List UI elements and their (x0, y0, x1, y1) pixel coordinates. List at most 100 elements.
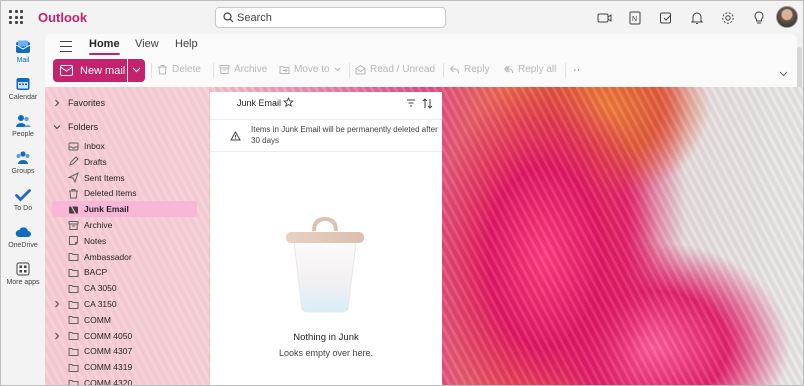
chevron-spacer (52, 173, 62, 183)
search-icon (223, 12, 234, 23)
rail-item-label: Groups (11, 168, 35, 175)
more-options-button[interactable]: ·· (573, 64, 580, 76)
main-area: Favorites Folders Inbox Drafts Sent Items D… (45, 87, 803, 386)
reply-button[interactable]: Reply (449, 64, 490, 75)
tab-view[interactable]: View (135, 38, 159, 50)
sidebar-item-comm-4050[interactable]: COMM 4050 (52, 328, 197, 344)
outlook-window: Outlook Search N Mail Calendar People Gr… (0, 0, 804, 386)
search-placeholder: Search (237, 12, 272, 24)
meet-now-icon[interactable] (596, 10, 612, 26)
delete-button[interactable]: Delete (157, 64, 201, 75)
sidebar-item-ambassador[interactable]: Ambassador (52, 249, 197, 265)
calendar-icon (16, 78, 30, 90)
sidebar-item-comm-4307[interactable]: COMM 4307 (52, 343, 197, 359)
reply-all-button[interactable]: Reply all (503, 64, 556, 75)
chevron-spacer (52, 141, 62, 151)
filter-icon[interactable] (406, 98, 416, 108)
rail-item-groups[interactable]: Groups (1, 150, 45, 175)
tab-help[interactable]: Help (175, 38, 198, 50)
rail-item-more-apps[interactable]: More apps (1, 261, 45, 286)
move-to-folder-icon (279, 66, 290, 74)
read-unread-button[interactable]: Read / Unread (355, 64, 435, 75)
sidebar-item-comm-4319[interactable]: COMM 4319 (52, 359, 197, 375)
new-mail-dropdown-button[interactable] (128, 59, 145, 82)
rail-item-onedrive[interactable]: OneDrive (1, 224, 45, 249)
scrollbar[interactable] (797, 47, 802, 92)
sidebar-item-sent-items[interactable]: Sent Items (52, 170, 197, 186)
chevron-spacer (52, 267, 62, 277)
bell-icon[interactable] (689, 10, 705, 26)
reply-label: Reply (464, 64, 490, 75)
chevron-right-icon[interactable] (52, 299, 62, 309)
favorites-header[interactable]: Favorites (52, 95, 197, 111)
sidebar-item-label: CA 3050 (84, 283, 117, 294)
message-list-header: Junk Email (210, 92, 442, 118)
reply-arrow-icon (449, 65, 459, 73)
divider (213, 63, 214, 78)
chevron-spacer (52, 157, 62, 167)
divider (565, 63, 566, 78)
sidebar-item-label: COMM 4319 (84, 362, 133, 373)
favorite-star-icon[interactable] (283, 97, 294, 108)
sidebar-item-notes[interactable]: Notes (52, 233, 197, 249)
groups-icon (16, 151, 30, 164)
app-launcher-icon[interactable] (9, 10, 23, 24)
archive-button[interactable]: Archive (219, 64, 267, 75)
onenote-icon[interactable]: N (627, 10, 643, 26)
delete-label: Delete (172, 64, 201, 75)
todo-check-icon (15, 189, 31, 202)
folders-label: Folders (68, 122, 99, 132)
sidebar-item-comm[interactable]: COMM (52, 312, 197, 328)
sidebar-item-ca-3150[interactable]: CA 3150 (52, 296, 197, 312)
empty-state-subtitle: Looks empty over here. (278, 348, 374, 358)
avatar[interactable] (776, 6, 798, 28)
sidebar-item-archive[interactable]: Archive (52, 217, 197, 233)
sidebar-item-label: Drafts (84, 156, 107, 167)
sidebar-item-label: COMM (84, 314, 111, 325)
rail-item-calendar[interactable]: Calendar (1, 76, 45, 101)
junk-notice: Items in Junk Email will be permanently … (210, 119, 442, 152)
sidebar-item-junk-email[interactable]: Junk Email (52, 201, 197, 218)
move-to-button[interactable]: Move to (279, 64, 341, 75)
rail-item-people[interactable]: People (1, 113, 45, 138)
tab-home[interactable]: Home (89, 38, 120, 55)
sidebar-item-bacp[interactable]: BACP (52, 264, 197, 280)
sort-icon[interactable] (422, 98, 433, 109)
chevron-spacer (52, 378, 62, 386)
rail-item-todo[interactable]: To Do (1, 187, 45, 212)
folder-icon (68, 347, 79, 356)
trash-icon (158, 65, 167, 75)
lightbulb-icon[interactable] (751, 10, 767, 26)
sidebar-item-inbox[interactable]: Inbox (52, 138, 197, 154)
envelope-open-icon (355, 64, 366, 75)
sidebar-item-label: BACP (84, 267, 108, 278)
sidebar-item-label: Ambassador (84, 251, 132, 262)
sidebar-item-drafts[interactable]: Drafts (52, 154, 197, 170)
settings-gear-icon[interactable] (720, 10, 736, 26)
rail-item-mail[interactable]: Mail (1, 39, 45, 64)
chevron-right-icon[interactable] (52, 331, 62, 341)
chevron-down-icon (334, 67, 340, 72)
search-box[interactable]: Search (215, 7, 446, 28)
chevron-spacer (52, 188, 62, 198)
mail-icon (15, 40, 31, 53)
ribbon-expand-chevron-icon[interactable] (779, 71, 788, 77)
favorites-label: Favorites (68, 98, 106, 108)
sidebar-item-comm-4320[interactable]: COMM 4320 (52, 375, 197, 386)
folders-header[interactable]: Folders (52, 119, 197, 135)
hamburger-menu-icon[interactable] (60, 41, 72, 55)
divider (443, 63, 444, 78)
sidebar-item-ca-3050[interactable]: CA 3050 (52, 280, 197, 296)
sidebar-item-label: Notes (84, 235, 107, 246)
folder-icon (68, 363, 79, 372)
new-mail-button[interactable]: New mail (53, 59, 127, 82)
chevron-spacer (52, 220, 62, 230)
sidebar-item-label: Archive (84, 220, 113, 230)
sidebar-item-label: Sent Items (84, 172, 125, 183)
empty-state-title: Nothing in Junk (293, 332, 359, 343)
my-day-icon[interactable] (658, 10, 674, 26)
rail-item-label: Mail (16, 57, 30, 64)
rail-item-label: More apps (6, 279, 40, 286)
sidebar-item-deleted-items[interactable]: Deleted Items (52, 185, 197, 201)
more-apps-icon (16, 262, 30, 276)
